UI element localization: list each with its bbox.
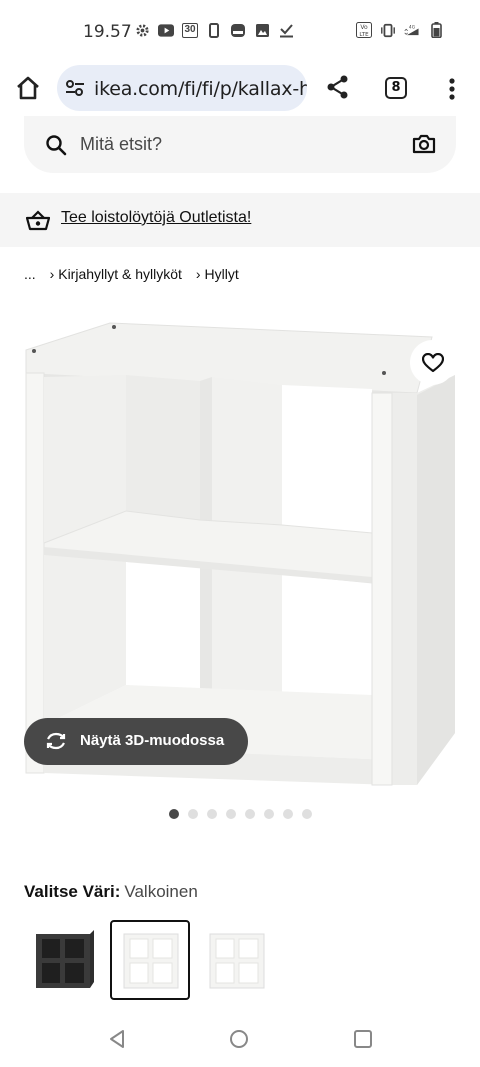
color-selected-value: Valkoinen [124, 882, 198, 901]
chevron-right-icon: › [49, 266, 55, 282]
color-picker-label: Valitse Väri: [24, 882, 121, 901]
more-vert-icon [449, 78, 455, 100]
recent-apps-icon[interactable] [353, 1029, 373, 1049]
status-bar: 19.57 30 Vo LTE 4G [0, 0, 480, 62]
color-swatch-white-alt[interactable] [196, 920, 276, 1000]
search-input[interactable]: Mitä etsit? [24, 116, 456, 173]
check-icon [278, 22, 294, 38]
volte-icon: Vo LTE [356, 22, 372, 38]
more-menu-button[interactable] [445, 76, 459, 102]
system-navigation-bar [0, 1010, 480, 1067]
carousel-dot[interactable] [283, 809, 293, 819]
youtube-icon [158, 22, 174, 38]
carousel-dot[interactable] [245, 809, 255, 819]
swatch-image [123, 933, 179, 989]
app-icon [230, 22, 246, 38]
view-3d-button[interactable]: Näytä 3D-muodossa [24, 718, 248, 765]
browser-toolbar: ikea.com/fi/fi/p/kallax-hyllykko 8 [0, 62, 480, 114]
swatch-image [36, 930, 94, 988]
heart-icon [421, 352, 444, 372]
home-button[interactable] [14, 74, 42, 102]
home-icon [17, 76, 39, 100]
color-picker-title: Valitse Väri: Valkoinen [24, 882, 198, 902]
breadcrumb-item-shelving[interactable]: Hyllyt [205, 266, 239, 282]
search-icon [46, 135, 67, 156]
vibrate-icon [380, 22, 396, 38]
svg-text:LTE: LTE [359, 32, 369, 38]
carousel-dot[interactable] [207, 809, 217, 819]
breadcrumb-item-bookcases[interactable]: Kirjahyllyt & hyllyköt [58, 266, 182, 282]
url-text: ikea.com/fi/fi/p/kallax-hyllykko [94, 78, 307, 100]
network-4g-icon: 4G [404, 22, 420, 38]
breadcrumb-ellipsis[interactable]: ... [24, 266, 36, 282]
address-bar[interactable]: ikea.com/fi/fi/p/kallax-hyllykko [57, 65, 307, 111]
settings-icon [134, 22, 150, 38]
chevron-right-icon: › [195, 266, 201, 282]
carousel-dot[interactable] [226, 809, 236, 819]
tab-switcher-button[interactable]: 8 [385, 77, 407, 99]
color-swatch-black-brown[interactable] [24, 920, 104, 1000]
back-icon[interactable] [107, 1029, 127, 1049]
breadcrumb: ... › Kirjahyllyt & hyllyköt › Hyllyt [24, 266, 241, 282]
share-icon [327, 75, 348, 99]
camera-icon[interactable] [412, 133, 436, 155]
phone-icon [206, 22, 222, 38]
site-settings-icon [66, 80, 84, 96]
calendar-icon: 30 [182, 22, 198, 38]
swatch-image [209, 933, 265, 989]
carousel-dot[interactable] [264, 809, 274, 819]
carousel-dot[interactable] [169, 809, 179, 819]
carousel-dot[interactable] [188, 809, 198, 819]
status-time: 19.57 [83, 22, 132, 42]
battery-icon [428, 22, 444, 38]
home-nav-icon[interactable] [229, 1029, 249, 1049]
search-placeholder: Mitä etsit? [80, 134, 163, 154]
image-carousel-dots [169, 809, 312, 819]
share-button[interactable] [325, 74, 351, 100]
basket-icon [26, 210, 50, 231]
add-to-wishlist-button[interactable] [410, 340, 455, 385]
outlet-link[interactable]: Tee loistolöytöjä Outletista! [61, 209, 251, 227]
carousel-dot[interactable] [302, 809, 312, 819]
rotate-3d-icon [46, 732, 66, 750]
view-3d-label: Näytä 3D-muodossa [80, 732, 225, 749]
color-swatch-white[interactable] [110, 920, 190, 1000]
svg-text:4G: 4G [409, 25, 416, 31]
outlet-banner: Tee loistolöytöjä Outletista! [0, 193, 480, 247]
svg-text:Vo: Vo [360, 24, 368, 31]
gallery-icon [254, 22, 270, 38]
